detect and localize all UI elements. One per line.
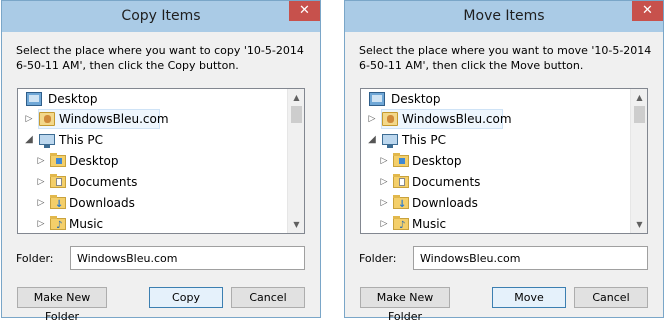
dialog-body: Select the place where you want to move … [345, 32, 663, 323]
folder-input[interactable] [70, 246, 305, 270]
make-new-folder-button[interactable]: Make New Folder [360, 287, 450, 323]
dialog-body: Select the place where you want to copy … [2, 32, 320, 323]
move-items-dialog: Move Items ✕ Select the place where you … [344, 0, 664, 323]
tree-item-downloads[interactable]: ▷ Downloads [361, 193, 631, 215]
scroll-down-arrow-icon[interactable]: ▼ [631, 216, 647, 233]
copy-items-dialog: Copy Items ✕ Select the place where you … [1, 0, 321, 323]
tree-item-label: Downloads [69, 196, 135, 210]
expand-arrow-icon[interactable]: ▷ [36, 172, 46, 192]
expand-arrow-icon[interactable]: ▷ [367, 109, 377, 129]
tree-item-desktop[interactable]: ▷ Desktop [18, 151, 288, 171]
close-button[interactable]: ✕ [632, 1, 663, 21]
tree-item-this-pc[interactable]: ◢ This PC [18, 130, 288, 150]
expand-arrow-icon[interactable]: ▷ [36, 214, 46, 233]
expand-arrow-icon[interactable]: ▷ [379, 151, 389, 171]
tree-item-music[interactable]: ▷ Music [18, 214, 288, 233]
dialog-title: Copy Items [121, 8, 201, 24]
instruction-line-1: Select the place where you want to copy … [16, 44, 304, 57]
scroll-thumb[interactable] [291, 106, 302, 123]
tree-item-label: WindowsBleu.com [59, 112, 169, 126]
tree-item-label: Desktop [391, 92, 441, 106]
computer-icon [382, 134, 398, 148]
tree-item-label: Music [69, 217, 104, 231]
close-button[interactable]: ✕ [289, 1, 320, 21]
scroll-down-arrow-icon[interactable]: ▼ [288, 216, 304, 233]
tree-item-downloads[interactable]: ▷ Downloads [18, 193, 288, 215]
tree-item-label: Desktop [69, 154, 119, 168]
move-button[interactable]: Move [492, 287, 566, 308]
folder-label: Folder: [16, 252, 54, 265]
folder-tree[interactable]: Desktop ▷ WindowsBleu.com ◢ This PC ▷ De… [17, 88, 305, 234]
scroll-thumb[interactable] [634, 106, 645, 123]
vertical-scrollbar[interactable]: ▲ ▼ [630, 89, 647, 233]
downloads-folder-icon [393, 195, 409, 215]
tree-item-label: Desktop [48, 92, 98, 106]
expand-arrow-icon[interactable]: ▷ [36, 151, 46, 171]
tree-item-label: Documents [412, 175, 481, 189]
folder-input[interactable] [413, 246, 648, 270]
tree-item-label: This PC [59, 133, 103, 147]
tree-item-label: Downloads [412, 196, 478, 210]
computer-icon [39, 134, 55, 148]
tree-item-documents[interactable]: ▷ Documents [361, 172, 631, 192]
expand-arrow-icon[interactable]: ▷ [379, 193, 389, 213]
instruction-text: Select the place where you want to move … [359, 43, 652, 73]
tree-item-label: Desktop [412, 154, 462, 168]
tree-item-label: Music [412, 217, 447, 231]
scroll-up-arrow-icon[interactable]: ▲ [288, 89, 304, 106]
tree-item-windowsbleu[interactable]: ▷ WindowsBleu.com [361, 109, 631, 129]
user-folder-icon [382, 112, 398, 126]
tree-item-desktop-root[interactable]: Desktop [361, 89, 631, 109]
folder-icon [393, 153, 409, 167]
folder-icon [50, 153, 66, 167]
documents-folder-icon [50, 174, 66, 188]
instruction-text: Select the place where you want to copy … [16, 43, 306, 73]
documents-folder-icon [393, 174, 409, 188]
cancel-button[interactable]: Cancel [231, 287, 305, 308]
dialog-title: Move Items [463, 8, 545, 24]
desktop-icon [26, 92, 42, 106]
folder-tree[interactable]: Desktop ▷ WindowsBleu.com ◢ This PC ▷ De… [360, 88, 648, 234]
tree-item-label: Documents [69, 175, 138, 189]
tree-item-this-pc[interactable]: ◢ This PC [361, 130, 631, 150]
downloads-folder-icon [50, 195, 66, 215]
tree-item-desktop[interactable]: ▷ Desktop [361, 151, 631, 171]
music-folder-icon [50, 216, 66, 233]
tree-item-windowsbleu[interactable]: ▷ WindowsBleu.com [18, 109, 288, 129]
desktop-icon [369, 92, 385, 106]
expand-arrow-icon[interactable]: ▷ [379, 172, 389, 192]
music-folder-icon [393, 216, 409, 233]
title-bar[interactable]: Move Items ✕ [345, 1, 663, 32]
expand-arrow-icon[interactable]: ▷ [379, 214, 389, 233]
tree-item-documents[interactable]: ▷ Documents [18, 172, 288, 192]
title-bar[interactable]: Copy Items ✕ [2, 1, 320, 32]
copy-button[interactable]: Copy [149, 287, 223, 308]
tree-item-label: This PC [402, 133, 446, 147]
user-folder-icon [39, 112, 55, 126]
instruction-line-2: 6-50-11 AM', then click the Copy button. [16, 59, 239, 72]
folder-label: Folder: [359, 252, 397, 265]
cancel-button[interactable]: Cancel [574, 287, 648, 308]
make-new-folder-button[interactable]: Make New Folder [17, 287, 107, 323]
vertical-scrollbar[interactable]: ▲ ▼ [287, 89, 304, 233]
scroll-up-arrow-icon[interactable]: ▲ [631, 89, 647, 106]
collapse-arrow-icon[interactable]: ◢ [24, 130, 34, 150]
expand-arrow-icon[interactable]: ▷ [36, 193, 46, 213]
tree-item-desktop-root[interactable]: Desktop [18, 89, 288, 109]
instruction-line-2: 6-50-11 AM', then click the Move button. [359, 59, 584, 72]
expand-arrow-icon[interactable]: ▷ [24, 109, 34, 129]
instruction-line-1: Select the place where you want to move … [359, 44, 652, 57]
tree-item-label: WindowsBleu.com [402, 112, 512, 126]
tree-item-music[interactable]: ▷ Music [361, 214, 631, 233]
collapse-arrow-icon[interactable]: ◢ [367, 130, 377, 150]
